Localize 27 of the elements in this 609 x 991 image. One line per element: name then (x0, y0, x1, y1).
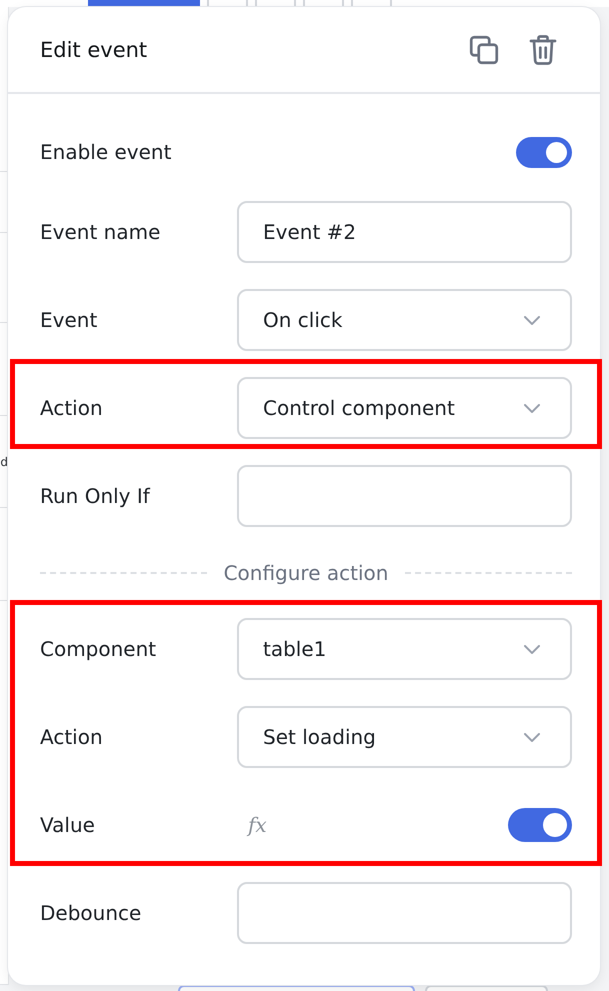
dropdown[interactable]: table1 (237, 618, 572, 680)
field-label: Run Only If (40, 484, 152, 508)
text-field[interactable]: Event #2 (237, 201, 572, 263)
field-label: Component (40, 637, 158, 661)
field-label: Value (40, 813, 96, 837)
field-label: Event name (40, 220, 162, 244)
field-label: Event (40, 308, 98, 332)
panel-title: Edit event (40, 38, 148, 62)
section-heading: Configure action (224, 560, 388, 584)
field-label: Debounce (40, 901, 142, 925)
dropdown[interactable]: Set loading (237, 706, 572, 768)
chevron-down-icon (524, 732, 540, 742)
text-field[interactable] (237, 465, 572, 527)
toggle-switch[interactable] (516, 136, 572, 168)
chevron-down-icon (524, 316, 540, 324)
dropdown[interactable]: Control component (237, 377, 572, 439)
copy-icon[interactable] (469, 34, 499, 64)
trash-icon[interactable] (529, 34, 557, 64)
field-label: Enable event (40, 140, 172, 164)
field-label: Action (40, 725, 104, 749)
chevron-down-icon (524, 404, 540, 412)
field-label: Action (40, 396, 104, 420)
chevron-down-icon (524, 644, 540, 654)
dropdown[interactable]: On click (237, 289, 572, 351)
text-field[interactable] (237, 882, 572, 944)
cut-off-text: d (0, 456, 8, 468)
toggle-switch[interactable] (508, 808, 572, 842)
